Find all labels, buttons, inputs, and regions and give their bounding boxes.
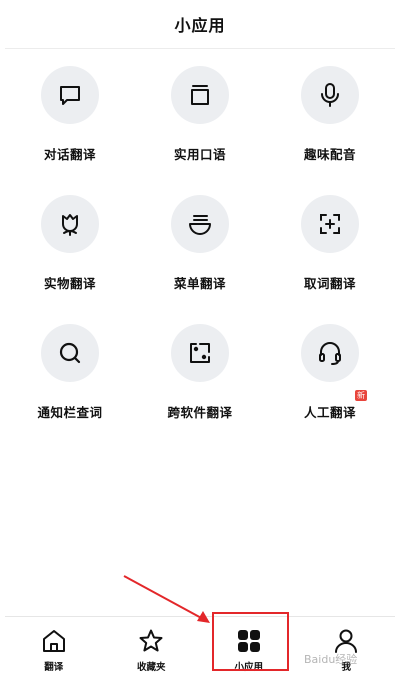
app-label: 跨软件翻译	[167, 405, 233, 420]
app-icon-circle	[171, 324, 229, 382]
bowl-icon	[189, 215, 211, 235]
tab-label: 收藏夹	[136, 662, 166, 673]
book-icon	[191, 85, 209, 105]
app-notification-lookup[interactable]: 通知栏查词	[5, 324, 135, 453]
app-icon-circle	[171, 66, 229, 124]
bottom-tab-bar: 翻译 收藏夹 小应用 我	[5, 616, 395, 689]
app-label: 实用口语	[173, 147, 226, 162]
headset-icon	[319, 342, 341, 365]
search-icon	[59, 342, 81, 364]
tulip-icon	[62, 214, 78, 236]
app-label: 人工翻译	[303, 405, 356, 420]
app-icon-circle	[301, 195, 359, 253]
app-label: 趣味配音	[303, 147, 356, 162]
app-label: 实物翻译	[43, 276, 96, 291]
app-icon-circle	[41, 324, 99, 382]
page-title: 小应用	[174, 16, 226, 35]
app-dialogue-translate[interactable]: 对话翻译	[5, 66, 135, 195]
top-header: 小应用	[5, 0, 395, 49]
tab-favorites[interactable]: 收藏夹	[103, 617, 201, 689]
app-icon-circle	[41, 195, 99, 253]
app-label: 对话翻译	[43, 147, 96, 162]
home-icon	[42, 630, 65, 652]
capture-plus-icon	[320, 214, 340, 234]
tab-mini-apps[interactable]: 小应用	[200, 617, 298, 689]
grid-icon	[237, 630, 260, 652]
app-screen: 小应用 对话翻译 实用口语 趣味配音 实物翻译 菜单翻译 取词翻译 通知栏查词 …	[5, 0, 395, 689]
app-icon-circle	[301, 324, 359, 382]
tab-me[interactable]: 我	[298, 617, 396, 689]
app-label: 取词翻译	[303, 276, 356, 291]
tab-label: 翻译	[44, 662, 64, 673]
app-icon-circle	[41, 66, 99, 124]
app-icon-circle	[301, 66, 359, 124]
mini-apps-grid: 对话翻译 实用口语 趣味配音 实物翻译 菜单翻译 取词翻译 通知栏查词 跨软件翻…	[5, 66, 395, 453]
star-icon	[139, 629, 163, 652]
app-menu-translate[interactable]: 菜单翻译	[135, 195, 265, 324]
new-badge: 新	[355, 390, 367, 401]
app-practical-speaking[interactable]: 实用口语	[135, 66, 265, 195]
app-cross-software-translate[interactable]: 跨软件翻译	[135, 324, 265, 453]
app-word-capture[interactable]: 取词翻译	[265, 195, 395, 324]
tab-translate[interactable]: 翻译	[5, 617, 103, 689]
app-icon-circle	[171, 195, 229, 253]
app-label: 通知栏查词	[37, 405, 103, 420]
app-fun-dubbing[interactable]: 趣味配音	[265, 66, 395, 195]
app-object-translate[interactable]: 实物翻译	[5, 195, 135, 324]
chat-bubble-icon	[60, 86, 80, 105]
tab-label: 小应用	[234, 662, 263, 673]
microphone-icon	[321, 83, 339, 107]
app-human-translate[interactable]: 人工翻译 新	[265, 324, 395, 453]
person-icon	[335, 629, 358, 653]
tab-label: 我	[341, 662, 351, 673]
cross-app-icon	[190, 343, 210, 363]
app-label: 菜单翻译	[173, 276, 226, 291]
